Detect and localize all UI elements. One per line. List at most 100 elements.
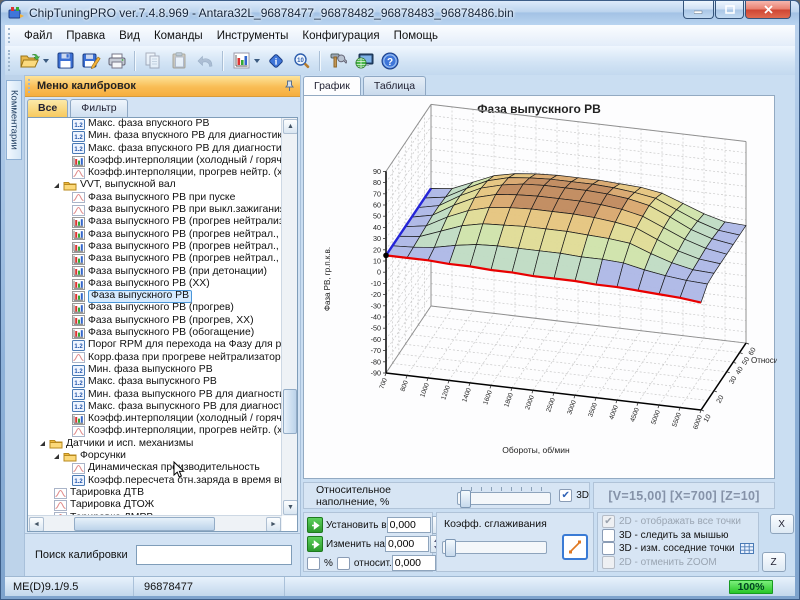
tree-item[interactable]: Тарировка ДТВ bbox=[28, 487, 282, 499]
option-checkbox[interactable] bbox=[602, 556, 615, 569]
tree-folder[interactable]: Форсунки bbox=[28, 450, 282, 462]
surface-3d-plot[interactable]: -90-80-70-60-50-40-30-20-100102030405060… bbox=[304, 101, 777, 476]
tree-item[interactable]: Фаза выпускного РВ (прогрев нейтрализато… bbox=[28, 216, 282, 228]
tree-item[interactable]: 1.2Макс. фаза выпускного РВ bbox=[28, 376, 282, 388]
display-option[interactable]: 3D - изм. соседние точки bbox=[602, 542, 754, 556]
fill-slider-thumb[interactable] bbox=[460, 490, 471, 508]
scroll-right-icon[interactable]: ► bbox=[266, 517, 281, 532]
copy-button[interactable] bbox=[141, 49, 165, 73]
tree-item[interactable]: 1.2Мин. фаза выпускного РВ для диагности… bbox=[28, 389, 282, 401]
edit-curve-button[interactable] bbox=[562, 534, 588, 560]
scroll-down-icon[interactable]: ▼ bbox=[283, 500, 298, 515]
maximize-button[interactable] bbox=[715, 1, 744, 19]
tree-item[interactable]: Коэфф.интерполяции, прогрев нейтр. (холо… bbox=[28, 167, 282, 179]
grid-icon-button[interactable] bbox=[740, 543, 754, 554]
menu-item[interactable]: Команды bbox=[147, 28, 210, 44]
menu-item[interactable]: Файл bbox=[17, 28, 59, 44]
help-button[interactable]: ? bbox=[378, 49, 402, 73]
set-value-input[interactable] bbox=[387, 517, 431, 533]
tree-item[interactable]: Фаза выпускного РВ (прогрев нейтрал., ХХ… bbox=[28, 241, 282, 253]
open-dropdown-icon[interactable] bbox=[43, 59, 49, 63]
smoothing-slider[interactable] bbox=[442, 541, 547, 554]
title-bar[interactable]: ChipTuningPRO ver.7.4.8.969 - Antara32L_… bbox=[1, 1, 799, 25]
tree-item[interactable]: 1.2Макс. фаза выпускного РВ для диагност… bbox=[28, 401, 282, 413]
scroll-left-icon[interactable]: ◄ bbox=[29, 517, 44, 532]
open-file-button[interactable] bbox=[18, 49, 42, 73]
save-as-button[interactable] bbox=[79, 49, 103, 73]
expand-arrow-icon[interactable] bbox=[40, 441, 45, 446]
option-checkbox[interactable] bbox=[602, 515, 615, 528]
tree-item[interactable]: Коэфф.интерполяции (холодный / горячий ) bbox=[28, 413, 282, 425]
display-option[interactable]: 2D - отменить ZOOM bbox=[602, 556, 754, 570]
change-value-input[interactable] bbox=[385, 536, 429, 552]
connect-button[interactable] bbox=[352, 49, 376, 73]
expand-arrow-icon[interactable] bbox=[54, 183, 59, 188]
percent-checkbox[interactable] bbox=[307, 557, 320, 570]
relative-checkbox[interactable] bbox=[337, 557, 350, 570]
vertical-scroll-thumb[interactable] bbox=[283, 389, 297, 435]
tree-item[interactable]: Фаза выпускного РВ (обогащение) bbox=[28, 327, 282, 339]
tree-item[interactable]: Фаза выпускного РВ (прогрев, ХХ) bbox=[28, 315, 282, 327]
apply-change-button[interactable] bbox=[307, 536, 323, 552]
tree-item[interactable]: 1.2Порог RPM для перехода на Фазу для ре… bbox=[28, 339, 282, 351]
tree-item[interactable]: 1.2Макс. фаза впускного РВ bbox=[28, 118, 282, 130]
relative-value-input[interactable] bbox=[392, 555, 436, 571]
zoom-10-button[interactable]: 10 bbox=[290, 49, 314, 73]
display-option[interactable]: 3D - следить за мышью bbox=[602, 529, 754, 543]
tree-item[interactable]: 1.2Макс. фаза впускного РВ для диагности… bbox=[28, 143, 282, 155]
save-button[interactable] bbox=[53, 49, 77, 73]
tab-graph[interactable]: График bbox=[303, 76, 361, 95]
tree-item[interactable]: Коэфф.интерполяции (холодный / горячий ) bbox=[28, 155, 282, 167]
scroll-up-icon[interactable]: ▲ bbox=[283, 119, 298, 134]
fill-slider[interactable] bbox=[457, 492, 552, 505]
tree-item[interactable]: Фаза выпускного РВ (прогрев нейтрал., хо… bbox=[28, 229, 282, 241]
option-checkbox[interactable] bbox=[602, 542, 615, 555]
tree-vertical-scrollbar[interactable]: ▲ ▼ bbox=[281, 118, 297, 516]
surface-chart-panel[interactable]: Фаза выпускного РВ -90-80-70-60-50-40-30… bbox=[303, 95, 775, 479]
close-button[interactable] bbox=[745, 1, 791, 19]
comments-tab[interactable]: Комментарии bbox=[6, 80, 22, 160]
tree-item[interactable]: Корр.фаза при прогреве нейтрализатора bbox=[28, 352, 282, 364]
menu-item[interactable]: Конфигурация bbox=[295, 28, 386, 44]
tree-item[interactable]: 1.2Мин. фаза впускного РВ для диагностик… bbox=[28, 130, 282, 142]
tree-horizontal-scrollbar[interactable]: ◄ ► bbox=[28, 515, 282, 531]
tree-folder[interactable]: Датчики и исп. механизмы bbox=[28, 438, 282, 450]
tree-item[interactable]: Динамическая производительность bbox=[28, 462, 282, 474]
menu-item[interactable]: Вид bbox=[112, 28, 147, 44]
print-button[interactable] bbox=[105, 49, 129, 73]
tree-item[interactable]: Фаза выпускного РВ (при детонации) bbox=[28, 266, 282, 278]
tab-all[interactable]: Все bbox=[27, 99, 68, 117]
paste-button[interactable] bbox=[167, 49, 191, 73]
tree-item[interactable]: Фаза выпускного РВ (прогрев нейтрал., ХХ… bbox=[28, 253, 282, 265]
sidebar-header[interactable]: Меню калибровок bbox=[25, 76, 300, 97]
chart-view-dropdown-icon[interactable] bbox=[254, 59, 260, 63]
smoothing-slider-thumb[interactable] bbox=[445, 539, 456, 557]
menu-item[interactable]: Правка bbox=[59, 28, 112, 44]
tree-item[interactable]: Фаза выпускного РВ (прогрев) bbox=[28, 302, 282, 314]
tree-item[interactable]: Коэфф.интерполяции, прогрев нейтр. (холо… bbox=[28, 425, 282, 437]
tree-folder[interactable]: VVT, выпускной вал bbox=[28, 179, 282, 191]
display-option[interactable]: 2D - отображать все точки bbox=[602, 515, 754, 529]
tree-item[interactable]: Тарировка ДТОЖ bbox=[28, 499, 282, 511]
pin-icon[interactable] bbox=[285, 80, 294, 92]
checkbox-3d[interactable] bbox=[559, 489, 572, 502]
search-input[interactable] bbox=[136, 545, 292, 565]
tree-item[interactable]: Фаза выпускного РВ bbox=[28, 290, 282, 302]
tree-item[interactable]: Фаза выпускного РВ (ХХ) bbox=[28, 278, 282, 290]
chart-view-button[interactable] bbox=[229, 49, 253, 73]
apply-set-button[interactable] bbox=[307, 517, 323, 533]
horizontal-scroll-thumb[interactable] bbox=[74, 517, 216, 531]
tab-filter[interactable]: Фильтр bbox=[70, 99, 127, 117]
tools-button[interactable] bbox=[326, 49, 350, 73]
x-button[interactable]: X bbox=[770, 514, 794, 534]
undo-button[interactable] bbox=[193, 49, 217, 73]
expand-arrow-icon[interactable] bbox=[54, 454, 59, 459]
option-checkbox[interactable] bbox=[602, 529, 615, 542]
tree-item[interactable]: 1.2Мин. фаза выпускного РВ bbox=[28, 364, 282, 376]
tree-item[interactable]: Фаза выпускного РВ при выкл.зажигания bbox=[28, 204, 282, 216]
tree-item[interactable]: 1.2Коэфф.пересчета отн.заряда в время вп… bbox=[28, 475, 282, 487]
z-button[interactable]: Z bbox=[762, 552, 786, 572]
menu-item[interactable]: Помощь bbox=[387, 28, 445, 44]
minimize-button[interactable] bbox=[683, 1, 714, 19]
info-button[interactable]: i bbox=[264, 49, 288, 73]
